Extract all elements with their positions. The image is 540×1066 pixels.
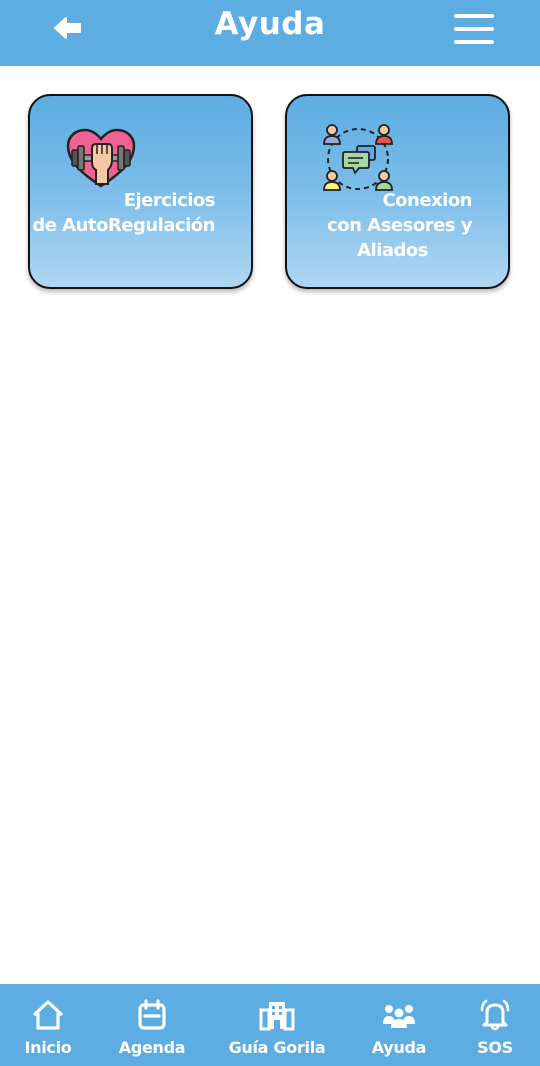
hamburger-menu-icon	[454, 14, 494, 18]
card-label: Conexion con Asesores y Aliados	[327, 188, 472, 263]
nav-label: Inicio	[24, 1038, 72, 1057]
card-label-line: con Asesores y	[327, 215, 472, 236]
nav-item-guia-gorila[interactable]: Guía Gorila	[227, 984, 327, 1066]
top-app-bar: Ayuda	[0, 0, 540, 66]
card-label-line: Ejercicios	[123, 190, 216, 211]
people-chat-network-icon	[323, 124, 393, 191]
card-label-line: Aliados	[357, 240, 429, 261]
nav-label: Agenda	[118, 1038, 186, 1057]
card-label-line: de AutoRegulación	[32, 215, 215, 236]
home-icon	[33, 1000, 63, 1030]
bell-alert-icon	[480, 999, 510, 1031]
calendar-icon	[138, 999, 166, 1030]
nav-item-sos[interactable]: SOS	[470, 984, 520, 1066]
card-label-line: Conexion	[382, 190, 472, 211]
nav-item-ayuda[interactable]: Ayuda	[368, 984, 430, 1066]
nav-label: Guía Gorila	[228, 1038, 326, 1057]
bottom-navigation: Inicio Agenda Guía Gorila Ayuda SOS	[0, 984, 540, 1066]
building-icon	[259, 1002, 295, 1031]
nav-label: SOS	[477, 1038, 513, 1057]
card-label: Ejercicios de AutoRegulación	[32, 188, 215, 238]
menu-button[interactable]	[454, 14, 494, 44]
card-ejercicios-autoregulacion[interactable]: Ejercicios de AutoRegulación	[28, 94, 253, 289]
nav-label: Ayuda	[371, 1038, 427, 1057]
nav-item-agenda[interactable]: Agenda	[117, 984, 187, 1066]
heart-dumbbell-icon	[66, 128, 136, 188]
card-conexion-asesores-aliados[interactable]: Conexion con Asesores y Aliados	[285, 94, 510, 289]
nav-item-inicio[interactable]: Inicio	[18, 984, 78, 1066]
group-icon	[383, 1005, 415, 1028]
